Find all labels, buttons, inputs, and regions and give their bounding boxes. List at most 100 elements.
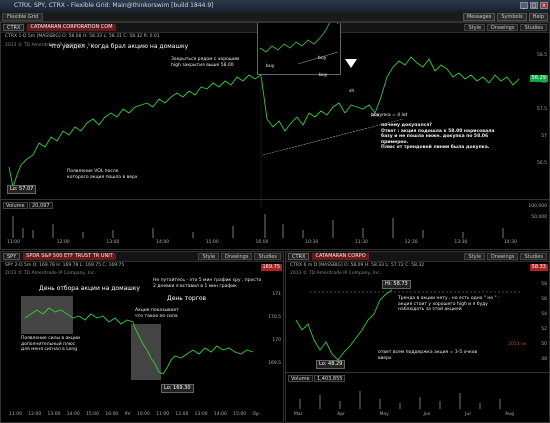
main-style-button[interactable]: Style	[464, 24, 486, 31]
daily-low-tag: Lo: 48.29	[316, 360, 346, 369]
tab-flexible-grid[interactable]: Flexible Grid	[2, 13, 44, 21]
main-last-price-tag: 56.29	[529, 75, 548, 82]
main-time-tick: 15:00	[205, 240, 219, 245]
main-volume-tick: 100,000	[528, 204, 547, 209]
messages-button[interactable]: Messages	[462, 13, 496, 21]
spy-annotation-long: Появление силы в акции дополнительный пл…	[21, 336, 80, 352]
main-time-tick: 13:00	[106, 240, 120, 245]
daily-symbol-selector[interactable]: CTRX	[288, 253, 310, 260]
main-price-tick: 57	[541, 134, 547, 139]
daily-time-tick: Jul	[465, 412, 471, 417]
main-drawings-button[interactable]: Drawings	[487, 24, 519, 31]
main-price-line	[8, 56, 520, 189]
down-arrow-icon	[345, 59, 357, 68]
spy-company-name: SPDR S&P 500 ETF TRUST TR UNIT	[23, 253, 116, 260]
window-controls: _ □ ×	[520, 2, 548, 9]
spy-time-tick: 10:00	[136, 412, 150, 417]
daily-volume-pane: Volume 1,403,855	[286, 372, 549, 410]
daily-style-button[interactable]: Style	[464, 253, 486, 260]
spy-copyright: 2013 © TD Ameritrade IP Company, Inc.	[5, 271, 97, 276]
daily-price-tick: 56	[541, 297, 547, 302]
main-volume-label: Volume	[3, 202, 28, 209]
spy-time-tick: 14:00	[66, 412, 80, 417]
spy-time-tick: 15:00	[233, 412, 247, 417]
daily-studies-button[interactable]: Studies	[520, 253, 547, 260]
main-annotation-volume: Появление VOL после которого акция пошла…	[67, 169, 138, 180]
main-symbol-selector[interactable]: CTRX	[3, 24, 25, 31]
spy-toolbar: Style Drawings Studies	[198, 253, 281, 260]
minimize-button[interactable]: _	[520, 2, 528, 9]
spy-quote-line: SPY 2-D 5m O: 169.78 H: 169.78 L: 169.75…	[5, 263, 125, 268]
spy-price-tick: 170.5	[268, 315, 281, 320]
spy-low-tag: Lo: 169.30	[161, 384, 194, 393]
daily-time-axis: Mar Apr May Jun Jul Aug	[294, 412, 514, 417]
spy-time-tick: 14:00	[213, 412, 227, 417]
daily-high-tag: Hi: 58.73	[382, 280, 411, 289]
main-volume-axis: 100,000 50,000	[528, 204, 547, 220]
daily-price-tick: 50	[541, 342, 547, 347]
spy-price-tick: 169.5	[268, 361, 281, 366]
spy-time-tick: 13:00	[47, 412, 61, 417]
daily-drawings-button[interactable]: Drawings	[487, 253, 519, 260]
daily-price-tick: 58	[541, 282, 547, 287]
spy-symbol-selector[interactable]: SPY	[3, 253, 21, 260]
main-price-tick: 58.5	[536, 53, 547, 58]
main-time-tick: 13:30	[454, 240, 468, 245]
daily-price-axis: 58 56 54 52 50 48	[541, 282, 547, 362]
daily-time-tick: Aug	[505, 412, 514, 417]
spy-time-tick: 13:00	[194, 412, 208, 417]
maximize-button[interactable]: □	[530, 2, 538, 9]
spy-time-tick: 9V	[124, 412, 131, 417]
main-annotation-daily: дохупка = 4 lot	[371, 113, 408, 118]
daily-chart-panel: CTRX CATAMARAN CORPO Style Drawings Stud…	[285, 251, 550, 423]
main-time-tick: 10:30	[305, 240, 319, 245]
spy-time-tick: Op	[252, 412, 259, 417]
inset-chart: buy buy	[257, 23, 341, 75]
daily-side-label: 2013 ve	[508, 342, 527, 347]
inset-buy-marker: buy	[318, 56, 327, 61]
daily-volume-label: Volume	[288, 375, 313, 382]
spy-annotation-spy-day: Не путайтесь - это 5 мин график spy , пр…	[153, 278, 262, 289]
daily-time-tick: Mar	[294, 412, 303, 417]
main-buy-marker-2: buy	[319, 73, 328, 78]
spy-price-axis: 171 170.5 170 169.5	[268, 292, 281, 366]
main-time-tick: 14:30	[504, 240, 517, 245]
main-time-tick: 11:00	[7, 240, 20, 245]
symbols-button[interactable]: Symbols	[497, 13, 527, 21]
spy-annotation-homework-day: День отбора акции на домашку	[39, 285, 140, 292]
help-button[interactable]: Help	[528, 13, 548, 21]
close-button[interactable]: ×	[540, 2, 548, 9]
main-toolbar: Style Drawings Studies	[464, 24, 547, 31]
daily-annotation-report: ответ всем поддержка акция = 3-5 очков в…	[378, 350, 478, 361]
spy-chart-panel: SPY SPDR S&P 500 ETF TRUST TR UNIT Style…	[0, 251, 284, 423]
main-time-tick: 12:30	[404, 240, 418, 245]
daily-copyright: 2013 © TD Ameritrade IP Company, Inc.	[290, 271, 382, 276]
daily-time-tick: Apr	[337, 412, 345, 417]
main-volume-pane: Volume 20,097 100,000 50,000	[1, 199, 549, 239]
spy-price-tick: 171	[272, 292, 281, 297]
daily-price-tick: 52	[541, 327, 547, 332]
main-studies-button[interactable]: Studies	[520, 24, 547, 31]
daily-annotation-trend: Тренда в акции нету , но есть одно " но …	[398, 296, 500, 312]
main-low-tag: Lo: 57.07	[7, 185, 37, 194]
spy-time-tick: 16:00	[105, 412, 119, 417]
main-quote-line: CTRX 1-D 5m [MASSBIG] O: 58.08 H: 58.33 …	[5, 34, 160, 39]
main-time-tick: 14:00	[156, 240, 170, 245]
spy-time-tick: 12:00	[28, 412, 42, 417]
main-chart-panel: CTRX CATAMARAN CORPORATION COM Style Dra…	[0, 22, 550, 250]
spy-style-button[interactable]: Style	[198, 253, 220, 260]
spy-time-axis: 11:00 12:00 13:00 14:00 15:00 16:00 9V 1…	[9, 412, 259, 417]
inset-buy-marker-2: buy	[266, 64, 275, 69]
daily-price-tick: 48	[541, 357, 547, 362]
daily-quote-line: CTRX 6 m D [MASSBIG] O: 58.09 H: 58.33 L…	[290, 263, 425, 268]
daily-last-price-tag: 58.33	[529, 264, 548, 271]
main-time-tick: 11:30	[354, 240, 368, 245]
daily-company-name: CATAMARAN CORPO	[312, 253, 369, 260]
main-annotation-close: Закрыться рядом с хорошим high закрытия …	[171, 57, 240, 68]
spy-drawings-button[interactable]: Drawings	[221, 253, 253, 260]
spy-studies-button[interactable]: Studies	[254, 253, 281, 260]
main-annotation-answer: почему докупался? Ответ : акция подошла …	[381, 123, 495, 150]
main-sh-marker: sh	[349, 89, 355, 94]
main-company-name: CATAMARAN CORPORATION COM	[27, 24, 116, 31]
spy-last-price-tag: 169.75	[260, 264, 282, 271]
